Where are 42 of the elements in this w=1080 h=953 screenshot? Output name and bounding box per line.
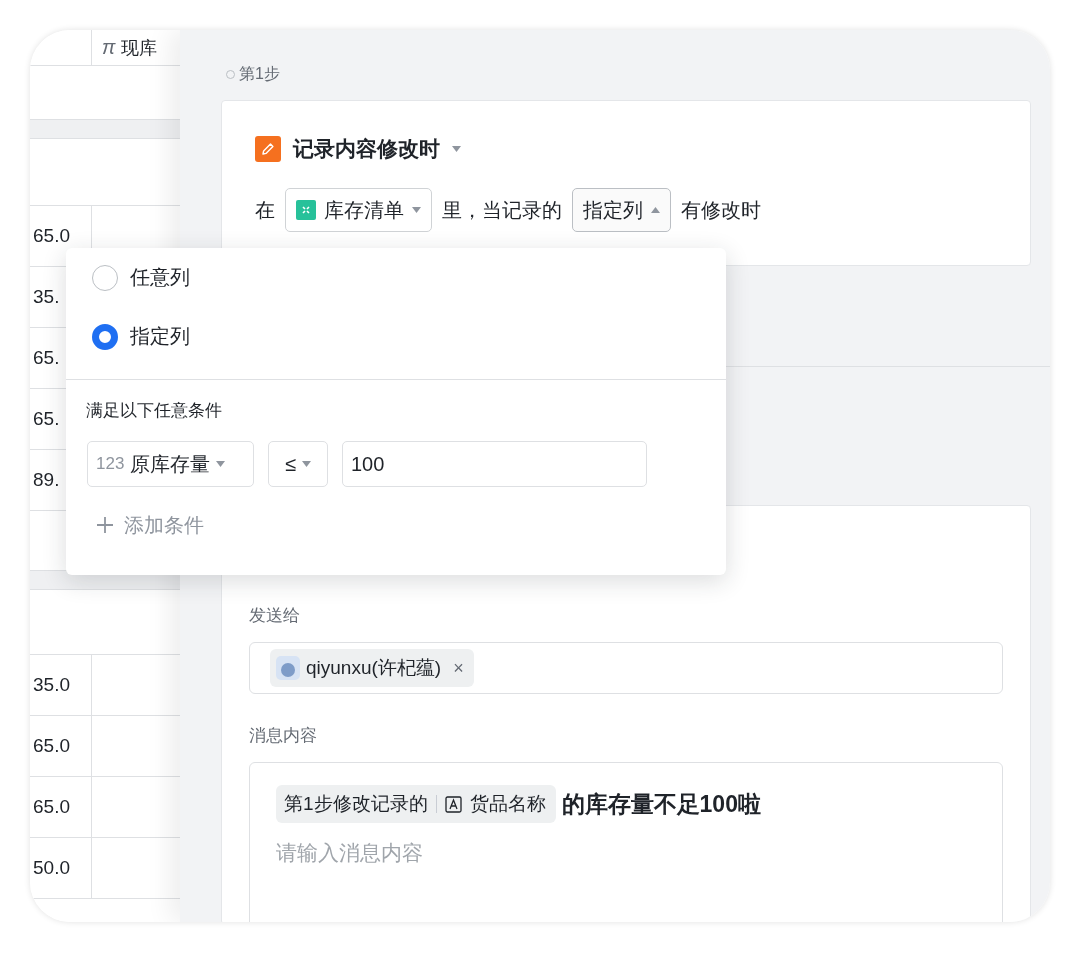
plus-icon	[96, 516, 114, 534]
table-cell: 65.0	[33, 735, 70, 757]
radio-option[interactable]: 指定列	[66, 307, 726, 366]
user-chip[interactable]: qiyunxu(许杞蕴) ×	[270, 649, 474, 687]
pencil-icon	[255, 136, 281, 162]
radio-option[interactable]: 任意列	[66, 248, 726, 307]
table-cell: 89.	[33, 469, 60, 491]
field-label: 发送给	[249, 605, 301, 627]
section-label: 满足以下任意条件	[85, 400, 223, 422]
avatar	[276, 656, 300, 680]
recipient-field[interactable]: qiyunxu(许杞蕴) ×	[249, 642, 1003, 694]
value-input[interactable]: 100	[342, 441, 647, 487]
pi-icon: π	[102, 36, 116, 59]
field-token: 第1步修改记录的 货品名称	[276, 785, 556, 823]
text-field-icon	[444, 795, 462, 813]
sentence-text: 里，当记录的	[442, 197, 562, 223]
caret-icon	[452, 146, 461, 152]
table-cell: 35.	[33, 286, 60, 308]
caret-icon	[216, 461, 226, 467]
message-field[interactable]: 第1步修改记录的 货品名称 的库存量不足100啦 请输入消息内容	[249, 762, 1003, 922]
number-type-icon: 123	[96, 454, 125, 474]
sentence-text: 在	[255, 197, 275, 223]
table-cell: 35.0	[33, 674, 70, 696]
table-cell: 65.0	[33, 796, 70, 818]
table-select[interactable]: 库存清单	[285, 188, 432, 232]
message-text: 的库存量不足100啦	[561, 789, 761, 819]
step-label: 第1步	[239, 63, 280, 84]
table-cell: 50.0	[33, 857, 70, 879]
column-header: 现库	[121, 36, 158, 60]
placeholder-text: 请输入消息内容	[276, 840, 423, 866]
table-icon	[296, 200, 316, 220]
caret-icon	[302, 461, 311, 467]
trigger-title: 记录内容修改时	[293, 136, 440, 162]
operator-select[interactable]: ≤	[268, 441, 328, 487]
sentence-text: 有修改时	[681, 197, 761, 223]
table-cell: 65.0	[33, 225, 70, 247]
field-label: 消息内容	[249, 725, 318, 747]
table-cell: 65.	[33, 347, 60, 369]
table-cell: 65.	[33, 408, 60, 430]
field-select[interactable]: 123 原库存量	[87, 441, 254, 487]
column-select[interactable]: 指定列	[572, 188, 671, 232]
remove-button[interactable]: ×	[453, 657, 464, 679]
